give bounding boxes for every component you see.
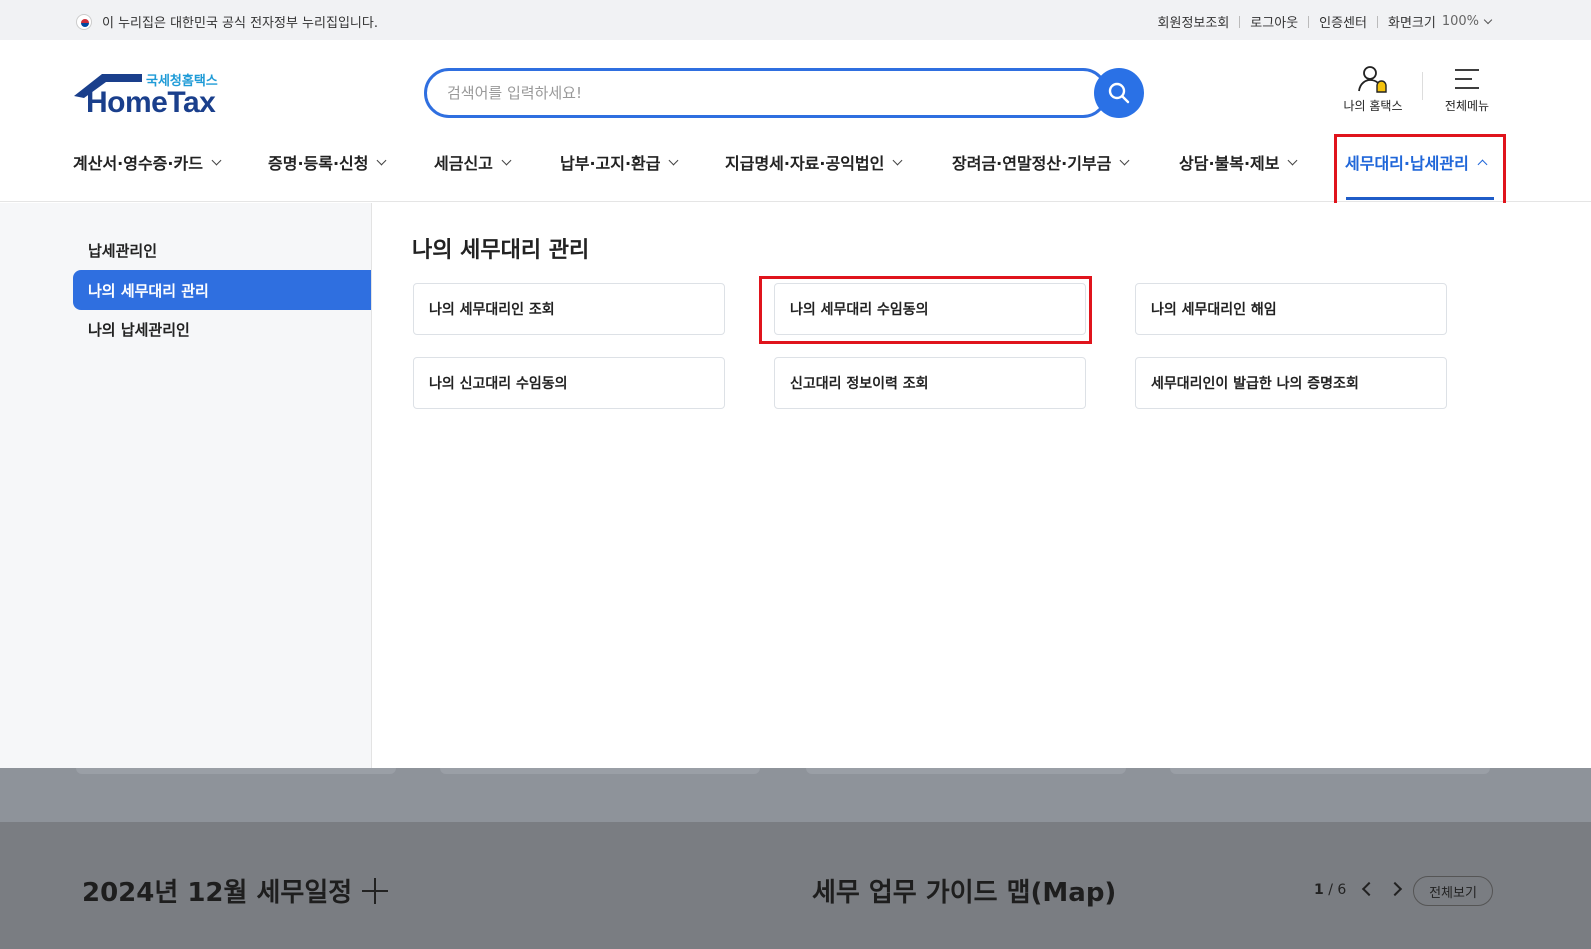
nav-item-incentive[interactable]: 장려금·연말정산·기부금 (952, 150, 1130, 174)
side-item-label: 나의 세무대리 관리 (88, 281, 209, 300)
pager: 1 / 6 (1314, 882, 1346, 898)
gov-banner: 이 누리집은 대한민국 공식 전자정부 누리집입니다. 회원정보조회 로그아웃 … (0, 0, 1591, 40)
gov-notice: 이 누리집은 대한민국 공식 전자정부 누리집입니다. (76, 12, 378, 31)
nav-item-label: 세금신고 (434, 154, 493, 173)
menu-card-label: 세무대리인이 발급한 나의 증명조회 (1151, 376, 1359, 392)
search-icon (1108, 82, 1130, 104)
nav-item-label: 상담·불복·제보 (1179, 154, 1280, 173)
menu-card-certificate-lookup[interactable]: 세무대리인이 발급한 나의 증명조회 (1135, 357, 1447, 409)
side-item-my-tax-manager[interactable]: 나의 납세관리인 (88, 319, 190, 340)
gov-notice-text: 이 누리집은 대한민국 공식 전자정부 누리집입니다. (102, 16, 378, 31)
hamburger-icon (1455, 69, 1479, 89)
submenu-title: 나의 세무대리 관리 (412, 238, 590, 263)
nav-item-tax-report[interactable]: 세금신고 (434, 150, 512, 174)
search-input[interactable] (424, 68, 1108, 118)
nav-item-consult[interactable]: 상담·불복·제보 (1179, 150, 1298, 174)
nav-item-statement[interactable]: 지급명세·자료·공익법인 (725, 150, 903, 174)
hometax-logo[interactable]: 국세청홈택스 HomeTax (72, 68, 232, 122)
highlight-box (759, 276, 1092, 344)
side-item-my-tax-agent[interactable]: 나의 세무대리 관리 (73, 270, 371, 310)
ghost-card (76, 768, 396, 774)
nav-item-label: 납부·고지·환급 (560, 154, 661, 173)
zoom-value: 100% (1441, 14, 1479, 29)
schedule-title: 2024년 12월 세무일정 (82, 878, 353, 908)
all-menu-button[interactable]: 전체메뉴 (1436, 64, 1498, 114)
chevron-down-icon (892, 155, 903, 165)
pager-current: 1 (1314, 882, 1324, 898)
menu-card-label: 나의 세무대리인 해임 (1151, 302, 1277, 318)
menu-card-agent-dismiss[interactable]: 나의 세무대리인 해임 (1135, 283, 1447, 335)
nav-item-label: 계산서·영수증·카드 (73, 154, 203, 173)
search-bar (424, 68, 1144, 118)
logo-text: HomeTax (86, 86, 216, 119)
chevron-down-icon (1119, 155, 1130, 165)
logout-link[interactable]: 로그아웃 (1250, 12, 1298, 31)
zoom-label: 화면크기 (1387, 16, 1436, 31)
plus-icon[interactable] (362, 878, 388, 904)
pager-total: / 6 (1328, 882, 1347, 898)
guide-map-title: 세무 업무 가이드 맵(Map) (812, 878, 1117, 908)
ghost-card (806, 768, 1126, 774)
chevron-down-icon (1288, 155, 1298, 165)
nav-item-payment[interactable]: 납부·고지·환급 (560, 150, 679, 174)
divider (1422, 72, 1423, 100)
menu-card-label: 신고대리 정보이력 조회 (790, 376, 929, 392)
dim-strip (0, 768, 1591, 822)
chevron-down-icon (669, 155, 679, 165)
cert-center-link[interactable]: 인증센터 (1319, 12, 1367, 31)
chevron-down-icon (377, 155, 387, 165)
korea-flag-icon (76, 13, 92, 30)
chevron-down-icon (501, 155, 512, 165)
chevron-down-icon (1483, 15, 1493, 24)
chevron-down-icon (211, 155, 222, 165)
view-all-button[interactable]: 전체보기 (1413, 876, 1493, 906)
ghost-card (440, 768, 760, 774)
nav-item-label: 지급명세·자료·공익법인 (725, 154, 885, 173)
zoom-control[interactable]: 화면크기 100% (1387, 12, 1493, 31)
user-bell-icon (1358, 66, 1387, 93)
menu-card-report-history[interactable]: 신고대리 정보이력 조회 (774, 357, 1086, 409)
highlight-box (1334, 134, 1506, 214)
search-button[interactable] (1094, 68, 1144, 118)
my-hometax-button[interactable]: 나의 홈택스 (1338, 64, 1408, 114)
side-item-tax-manager[interactable]: 납세관리인 (88, 240, 157, 261)
menu-card-report-consent[interactable]: 나의 신고대리 수임동의 (413, 357, 725, 409)
divider (1308, 15, 1310, 28)
menu-card-agent-lookup[interactable]: 나의 세무대리인 조회 (413, 283, 725, 335)
ghost-card (1170, 768, 1490, 774)
my-hometax-label: 나의 홈택스 (1343, 99, 1403, 113)
nav-item-label: 증명·등록·신청 (268, 154, 369, 173)
menu-card-label: 나의 신고대리 수임동의 (429, 376, 568, 392)
divider (1239, 15, 1241, 28)
all-menu-label: 전체메뉴 (1444, 99, 1490, 113)
divider (1376, 15, 1378, 28)
util-links: 회원정보조회 로그아웃 인증센터 화면크기 100% (1158, 12, 1493, 31)
member-info-link[interactable]: 회원정보조회 (1158, 12, 1230, 31)
menu-card-label: 나의 세무대리인 조회 (429, 302, 555, 318)
nav-item-certificate[interactable]: 증명·등록·신청 (268, 150, 387, 174)
nav-item-label: 장려금·연말정산·기부금 (952, 154, 1112, 173)
nav-item-invoice[interactable]: 계산서·영수증·카드 (73, 150, 222, 174)
